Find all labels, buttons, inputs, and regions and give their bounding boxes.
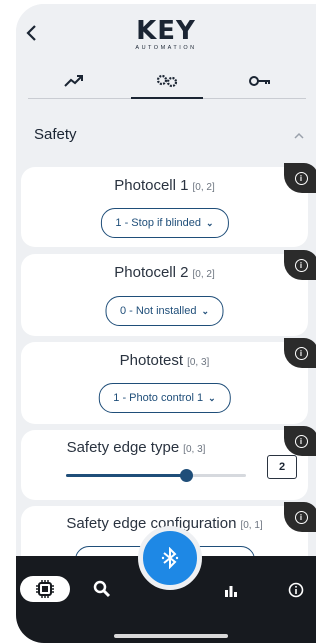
slider-fill xyxy=(66,474,187,477)
param-card-phototest: Phototest [0, 3] i 1 - Photo control 1 ⌄ xyxy=(21,338,316,424)
slider-thumb[interactable] xyxy=(180,469,194,482)
nav-item-board[interactable] xyxy=(20,576,70,602)
chevron-down-icon: ⌄ xyxy=(201,305,209,316)
info-icon xyxy=(288,582,304,598)
logo-main: KEY xyxy=(136,16,196,46)
value-dropdown[interactable]: 1 - Photo control 1 ⌄ xyxy=(98,383,231,413)
info-icon: i xyxy=(294,171,308,185)
tab-settings[interactable] xyxy=(121,64,214,99)
param-name: Phototest xyxy=(119,352,184,369)
section-title: Safety xyxy=(34,126,77,143)
param-range: [0, 3] xyxy=(187,357,210,368)
logo-sub: AUTOMATION xyxy=(135,45,197,51)
trend-chart-icon xyxy=(64,75,84,87)
nav-item-diagnostics[interactable] xyxy=(92,579,112,603)
value-field[interactable]: 2 xyxy=(267,455,297,479)
param-title: Photocell 2 [0, 2] xyxy=(21,264,308,281)
chip-icon xyxy=(36,580,54,598)
bar-chart-icon xyxy=(225,586,237,597)
param-name: Safety edge configuration xyxy=(66,515,237,532)
tab-bar xyxy=(28,64,306,99)
collapse-section-button[interactable] xyxy=(294,128,304,142)
chevron-down-icon: ⌄ xyxy=(206,217,214,228)
value-slider[interactable] xyxy=(66,469,246,482)
bluetooth-button[interactable] xyxy=(138,526,202,590)
back-button[interactable] xyxy=(26,22,38,48)
param-card-photocell-1: Photocell 1 [0, 2] i 1 - Stop if blinded ⌄ xyxy=(21,163,316,247)
app-screen: KEY AUTOMATION Safety Photocell 1 [0, 2] … xyxy=(16,4,316,643)
info-button[interactable]: i xyxy=(284,426,316,456)
info-icon: i xyxy=(294,346,308,360)
param-title: Photocell 1 [0, 2] xyxy=(21,177,308,194)
chevron-left-icon xyxy=(26,25,36,41)
info-icon: i xyxy=(294,434,308,448)
header: KEY AUTOMATION xyxy=(16,4,316,104)
tab-access[interactable] xyxy=(213,64,306,98)
value-dropdown[interactable]: 0 - Not installed ⌄ xyxy=(105,296,224,326)
param-name: Photocell 1 xyxy=(114,177,189,194)
chevron-down-icon: ⌄ xyxy=(208,392,216,403)
param-name: Photocell 2 xyxy=(114,264,189,281)
nav-item-statistics[interactable] xyxy=(224,584,238,601)
bluetooth-icon xyxy=(161,547,179,569)
key-automation-logo: KEY AUTOMATION xyxy=(128,18,204,52)
home-indicator xyxy=(114,634,228,638)
param-name: Safety edge type xyxy=(66,439,180,456)
info-icon: i xyxy=(294,258,308,272)
dropdown-value: 1 - Stop if blinded xyxy=(115,217,202,229)
param-range: [0, 3] xyxy=(183,444,206,455)
param-card-safety-edge-type: Safety edge type [0, 3] i 2 xyxy=(21,426,316,500)
value-dropdown[interactable]: 1 - Stop if blinded ⌄ xyxy=(100,208,229,238)
gears-icon xyxy=(156,74,178,88)
wrench-search-icon xyxy=(93,580,111,598)
chevron-up-icon xyxy=(294,132,304,139)
nav-item-info[interactable] xyxy=(288,582,304,602)
key-icon xyxy=(248,76,270,86)
dropdown-value: 1 - Photo control 1 xyxy=(113,392,204,404)
param-range: [0, 2] xyxy=(192,182,215,193)
param-title: Phototest [0, 3] xyxy=(21,352,308,369)
tab-statistics[interactable] xyxy=(28,64,121,98)
param-card-photocell-2: Photocell 2 [0, 2] i 0 - Not installed ⌄ xyxy=(21,250,316,336)
dropdown-value: 0 - Not installed xyxy=(120,305,197,317)
param-title: Safety edge type [0, 3] xyxy=(21,439,251,456)
param-range: [0, 2] xyxy=(192,269,215,280)
param-range: [0, 1] xyxy=(240,520,263,531)
info-icon: i xyxy=(294,510,308,524)
